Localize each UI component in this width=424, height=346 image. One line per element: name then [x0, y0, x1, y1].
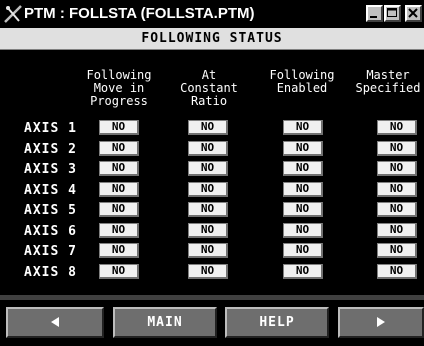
- close-icon: [408, 8, 418, 18]
- main-button[interactable]: MAIN: [113, 307, 217, 338]
- status-indicator: NO: [283, 222, 323, 238]
- axis-label: AXIS 1: [24, 121, 77, 136]
- axis-label: AXIS 7: [24, 244, 77, 259]
- status-indicator: NO: [99, 181, 139, 197]
- col-header-constant-ratio: At Constant Ratio: [180, 68, 238, 108]
- status-panel: Following Move in Progress At Constant R…: [0, 51, 424, 295]
- status-indicator: NO: [283, 243, 323, 258]
- status-indicator: NO: [188, 243, 228, 258]
- status-indicator: NO: [283, 263, 323, 279]
- axis-label: AXIS 6: [24, 223, 77, 239]
- app-window: PTM : FOLLSTA (FOLLSTA.PTM) FOLLOWING ST…: [0, 0, 424, 346]
- status-indicator: NO: [377, 140, 417, 156]
- status-indicator: NO: [188, 120, 228, 135]
- status-indicator: NO: [377, 161, 417, 176]
- col-header-move-in-progress: Following Move in Progress: [86, 68, 152, 108]
- minimize-icon: [370, 16, 377, 18]
- axis-label: AXIS 8: [24, 264, 77, 280]
- minimize-button[interactable]: [366, 5, 383, 22]
- status-indicator: NO: [99, 222, 139, 238]
- status-indicator: NO: [99, 120, 139, 135]
- axis-label: AXIS 3: [24, 162, 77, 177]
- status-indicator: NO: [99, 140, 139, 156]
- status-indicator: NO: [188, 202, 228, 217]
- status-indicator: NO: [377, 120, 417, 135]
- status-indicator: NO: [283, 161, 323, 176]
- status-indicator: NO: [99, 161, 139, 176]
- col-header-following-enabled: Following Enabled: [269, 68, 335, 95]
- status-indicator: NO: [377, 263, 417, 279]
- axis-label: AXIS 5: [24, 203, 77, 218]
- status-indicator: NO: [188, 181, 228, 197]
- status-indicator: NO: [283, 181, 323, 197]
- status-indicator: NO: [188, 222, 228, 238]
- status-indicator: NO: [188, 161, 228, 176]
- status-indicator: NO: [188, 263, 228, 279]
- status-indicator: NO: [99, 202, 139, 217]
- status-indicator: NO: [188, 140, 228, 156]
- prev-button[interactable]: [6, 307, 104, 338]
- status-indicator: NO: [283, 202, 323, 217]
- status-indicator: NO: [377, 181, 417, 197]
- maximize-icon: [387, 8, 397, 17]
- status-header: FOLLOWING STATUS: [0, 28, 424, 50]
- right-arrow-icon: [377, 317, 385, 327]
- status-indicator: NO: [377, 222, 417, 238]
- status-indicator: NO: [99, 243, 139, 258]
- page-title: FOLLOWING STATUS: [141, 31, 283, 46]
- status-indicator: NO: [377, 202, 417, 217]
- left-arrow-icon: [51, 317, 59, 327]
- help-button[interactable]: HELP: [225, 307, 329, 338]
- axis-label: AXIS 4: [24, 182, 77, 198]
- title-bar: PTM : FOLLSTA (FOLLSTA.PTM): [0, 0, 424, 27]
- status-indicator: NO: [283, 140, 323, 156]
- col-header-master-specified: Master Specified: [355, 68, 421, 95]
- status-indicator: NO: [283, 120, 323, 135]
- status-indicator: NO: [377, 243, 417, 258]
- ptm-app-icon: [4, 5, 22, 23]
- maximize-button[interactable]: [384, 5, 401, 22]
- next-button[interactable]: [338, 307, 424, 338]
- status-indicator: NO: [99, 263, 139, 279]
- window-title: PTM : FOLLSTA (FOLLSTA.PTM): [24, 5, 255, 22]
- nav-bar: MAIN HELP: [0, 300, 424, 346]
- axis-label: AXIS 2: [24, 141, 77, 157]
- close-button[interactable]: [405, 5, 422, 22]
